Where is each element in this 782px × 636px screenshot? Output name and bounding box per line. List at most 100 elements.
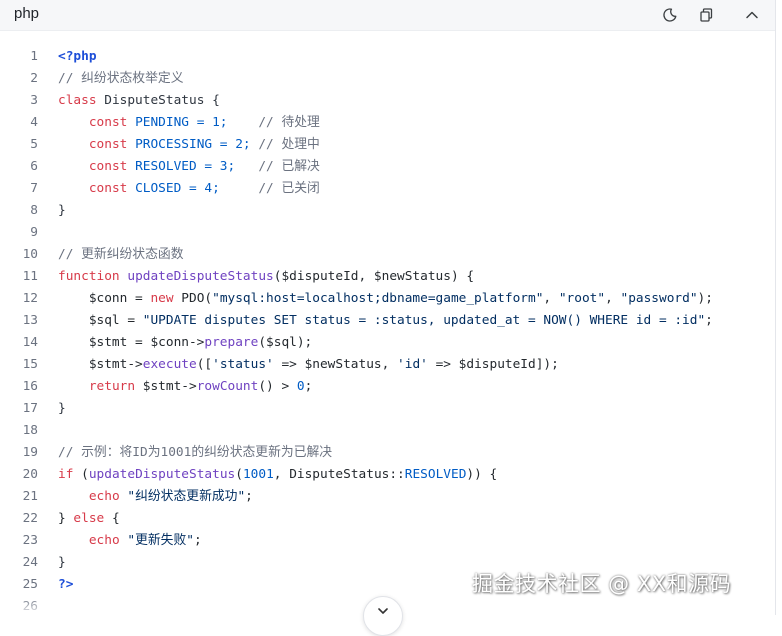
code-token: } [58, 203, 66, 218]
code-token: const [88, 181, 128, 196]
chevron-down-icon [376, 604, 390, 618]
code-token: prepare [204, 335, 259, 350]
code-token: // 更新纠纷状态函数 [58, 247, 184, 262]
theme-toggle-icon[interactable] [659, 4, 681, 26]
code-token: } [58, 511, 74, 526]
code-token: PENDING = 1; [127, 115, 228, 130]
code-text: const PROCESSING = 2; // 处理中 [58, 134, 320, 156]
code-text: class DisputeStatus { [58, 90, 220, 112]
code-text: // 纠纷状态枚举定义 [58, 68, 184, 90]
code-text: ?> [58, 574, 73, 596]
language-label: php [14, 5, 40, 22]
code-text: // 示例：将ID为1001的纠纷状态更新为已解决 [58, 442, 332, 464]
code-area[interactable]: 1 <?php 2 // 纠纷状态枚举定义 3 class DisputeStatus {… [0, 46, 775, 611]
line-number: 16 [22, 379, 38, 394]
line-number: 25 [22, 577, 38, 592]
code-text: const CLOSED = 4; // 已关闭 [58, 178, 320, 200]
code-token: $stmt-> [58, 357, 143, 372]
expand-button[interactable] [363, 596, 403, 636]
code-text: <?php [58, 46, 97, 68]
line-number: 22 [22, 511, 38, 526]
code-token: () > [258, 379, 297, 394]
code-text: $stmt->execute(['status' => $newStatus, … [58, 354, 559, 376]
line-number: 14 [22, 335, 38, 350]
code-text: const RESOLVED = 3; // 已解决 [58, 156, 320, 178]
code-token: updateDisputeStatus [88, 467, 236, 482]
code-text: const PENDING = 1; // 待处理 [58, 112, 320, 134]
code-token: // 待处理 [227, 115, 320, 130]
line-number: 11 [22, 269, 38, 284]
line-number: 4 [30, 115, 38, 130]
code-text: echo "纠纷状态更新成功"; [58, 486, 253, 508]
line-number: 13 [22, 313, 38, 328]
code-token: DisputeStatus { [96, 93, 220, 108]
collapse-icon[interactable] [741, 4, 763, 26]
code-token: , [605, 291, 621, 306]
code-token: => $disputeId]); [427, 357, 559, 372]
code-token: ); [697, 291, 713, 306]
code-text: echo "更新失败"; [58, 530, 202, 552]
code-token: ($sql); [258, 335, 313, 350]
code-text: $stmt = $conn->prepare($sql); [58, 332, 312, 354]
code-token: 'status' [212, 357, 274, 372]
code-token: RESOLVED = 3; [127, 159, 236, 174]
code-token: "纠纷状态更新成功" [127, 489, 246, 504]
code-token: // 已关闭 [219, 181, 320, 196]
code-block: php 1 <?php 2 // 纠纷状态枚举定义 3 class DisputeStat… [0, 0, 776, 636]
code-token: ; [245, 489, 253, 504]
line-number: 9 [30, 225, 38, 240]
code-token: $stmt-> [135, 379, 197, 394]
code-token: rowCount [196, 379, 259, 394]
line-number: 15 [22, 357, 38, 372]
code-token: "password" [620, 291, 698, 306]
code-token: ( [235, 467, 243, 482]
watermark: 掘金技术社区 @ XX和源码 [472, 572, 732, 596]
code-token: class [58, 93, 97, 108]
line-number: 1 [30, 49, 38, 64]
code-token: PDO( [173, 291, 213, 306]
code-text: $sql = "UPDATE disputes SET status = :st… [58, 310, 713, 332]
code-token: function [58, 269, 120, 284]
line-number: 8 [30, 203, 38, 218]
code-token: echo [88, 489, 120, 504]
code-token: 1001 [242, 467, 274, 482]
code-text: function updateDisputeStatus($disputeId,… [58, 266, 474, 288]
code-token: if [58, 467, 74, 482]
code-token: // 示例：将ID为1001的纠纷状态更新为已解决 [58, 445, 333, 460]
line-number: 18 [22, 423, 38, 438]
code-token: )) { [466, 467, 498, 482]
code-token: RESOLVED [404, 467, 467, 482]
code-token: CLOSED = 4; [127, 181, 220, 196]
code-token: <?php [58, 49, 97, 64]
code-token: , DisputeStatus:: [273, 467, 405, 482]
line-number: 17 [22, 401, 38, 416]
copy-icon[interactable] [695, 4, 717, 26]
code-text: // 更新纠纷状态函数 [58, 244, 184, 266]
line-number: 21 [22, 489, 38, 504]
code-text: if (updateDisputeStatus(1001, DisputeSta… [58, 464, 497, 486]
code-token: updateDisputeStatus [127, 269, 274, 284]
code-text: } [58, 552, 66, 574]
code-token: "mysql:host=localhost;dbname=game_platfo… [212, 291, 544, 306]
code-token: } [58, 401, 66, 416]
code-token: PROCESSING = 2; [127, 137, 251, 152]
code-text: return $stmt->rowCount() > 0; [58, 376, 312, 398]
code-token: ([ [196, 357, 213, 372]
code-token: 'id' [397, 357, 428, 372]
code-token: ($disputeId, $newStatus) { [273, 269, 475, 284]
line-number: 19 [22, 445, 38, 460]
code-token: 0 [296, 379, 305, 394]
code-text: $conn = new PDO("mysql:host=localhost;db… [58, 288, 713, 310]
code-token: "UPDATE disputes SET status = :status, u… [142, 313, 706, 328]
code-token: const [88, 115, 128, 130]
code-token: echo [88, 533, 120, 548]
code-token: // 处理中 [250, 137, 320, 152]
code-token: "更新失败" [127, 533, 194, 548]
line-number: 7 [30, 181, 38, 196]
code-token: { [104, 511, 120, 526]
